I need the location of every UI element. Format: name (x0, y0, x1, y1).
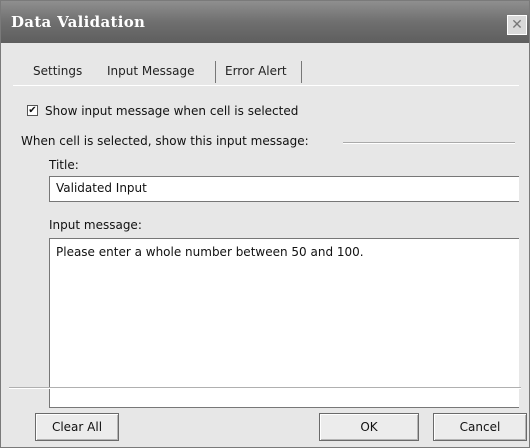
footer-divider (9, 387, 521, 389)
title-input[interactable]: Validated Input (49, 176, 519, 202)
tab-strip: Settings Input Message Error Alert ✔ Sho… (13, 53, 519, 408)
tab-input-message[interactable]: Input Message (107, 59, 195, 83)
title-bar: Data Validation ✕ (1, 1, 529, 43)
title-field-label: Title: (49, 158, 79, 172)
tab-error-alert[interactable]: Error Alert (225, 59, 287, 83)
tab-separator (301, 61, 302, 83)
clear-all-button[interactable]: Clear All (35, 413, 119, 441)
input-message-textarea[interactable]: Please enter a whole number between 50 a… (49, 238, 519, 408)
close-icon: ✕ (511, 17, 523, 33)
window-title: Data Validation (11, 13, 146, 31)
show-input-message-label: Show input message when cell is selected (45, 104, 299, 118)
data-validation-dialog: Data Validation ✕ Settings Input Message… (0, 0, 530, 448)
cancel-button[interactable]: Cancel (433, 413, 527, 441)
tab-settings[interactable]: Settings (33, 59, 82, 83)
input-message-field-label: Input message: (49, 218, 142, 232)
ok-button[interactable]: OK (319, 413, 419, 441)
show-input-message-checkbox[interactable]: ✔ (27, 105, 38, 116)
tab-separator (215, 61, 216, 83)
group-divider (343, 142, 515, 144)
group-label: When cell is selected, show this input m… (21, 134, 309, 148)
close-button[interactable]: ✕ (507, 15, 527, 35)
